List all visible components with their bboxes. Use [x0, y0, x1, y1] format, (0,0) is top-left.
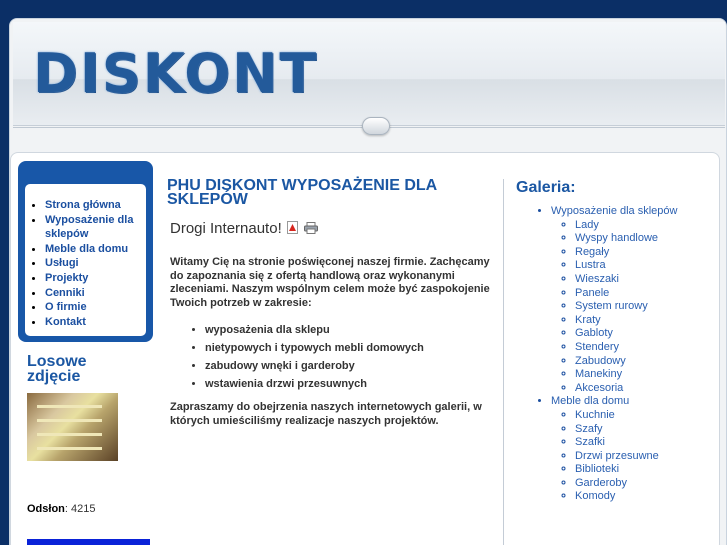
menu-item: Kontakt [45, 315, 146, 330]
menu-item: O firmie [45, 300, 146, 315]
gallery-link[interactable]: Drzwi przesuwne [575, 450, 659, 462]
intro-text: Witamy Cię na stronie poświęconej naszej… [170, 256, 490, 309]
gallery-item: Kraty [575, 314, 681, 328]
menu-item: Strona główna [45, 198, 146, 213]
gallery-link[interactable]: Regały [575, 246, 609, 258]
gallery-title: Galeria: [516, 179, 576, 196]
gallery-item: Manekiny [575, 368, 681, 382]
menu-link-projects[interactable]: Projekty [45, 272, 88, 284]
random-photo[interactable] [27, 393, 118, 461]
gallery-link[interactable]: Stendery [575, 341, 619, 353]
gallery-item: Gabloty [575, 327, 681, 341]
visit-counter: Odsłon: 4215 [27, 503, 95, 515]
gallery-link[interactable]: Gabloty [575, 327, 613, 339]
visit-counter-label: Odsłon [27, 503, 65, 515]
gallery-link[interactable]: System rurowy [575, 300, 648, 312]
list-item: wstawienia drzwi przesuwnych [205, 375, 424, 393]
menu-item: Cenniki [45, 286, 146, 301]
page-title: PHU DISKONT WYPOSAŻENIE DLA SKLEPÓW [167, 177, 437, 208]
menu-link-shop-equipment[interactable]: Wyposażenie dla sklepów [45, 214, 133, 241]
gallery-item: Wieszaki [575, 273, 681, 287]
site-logo[interactable]: DISKONT [33, 42, 318, 105]
divider-knob [362, 117, 390, 135]
gallery-item: Wyspy handlowe [575, 232, 681, 246]
gallery-item: Regały [575, 246, 681, 260]
gallery-link[interactable]: Panele [575, 287, 609, 299]
gallery-item: Stendery [575, 341, 681, 355]
header-banner: DISKONT [13, 22, 725, 126]
print-icon[interactable] [304, 222, 318, 234]
gallery-link[interactable]: Zabudowy [575, 355, 626, 367]
gallery-item: Zabudowy [575, 355, 681, 369]
gallery-item: Garderoby [575, 477, 681, 491]
photo-shelf [37, 447, 102, 450]
list-item: nietypowych i typowych mebli domowych [205, 339, 424, 357]
photo-shelf [37, 433, 102, 436]
main-menu-list: Strona główna Wyposażenie dla sklepów Me… [25, 184, 146, 336]
menu-link-services[interactable]: Usługi [45, 257, 79, 269]
menu-item: Meble dla domu [45, 242, 146, 257]
main-menu: Strona główna Wyposażenie dla sklepów Me… [18, 161, 153, 342]
gallery-item: Lustra [575, 259, 681, 273]
content-panel: Strona główna Wyposażenie dla sklepów Me… [10, 152, 720, 545]
column-divider [503, 179, 504, 545]
menu-link-home[interactable]: Strona główna [45, 199, 121, 211]
pdf-icon[interactable] [287, 221, 298, 234]
gallery-link[interactable]: Manekiny [575, 368, 622, 380]
gallery-link[interactable]: Komody [575, 490, 615, 502]
gallery-tree: Wyposażenie dla sklepów Lady Wyspy handl… [551, 205, 681, 504]
photo-shelf [37, 419, 102, 422]
menu-item: Usługi [45, 256, 146, 271]
gallery-item: Komody [575, 490, 681, 504]
gallery-link[interactable]: Garderoby [575, 477, 627, 489]
gallery-link[interactable]: Szafy [575, 423, 603, 435]
gallery-link[interactable]: Wieszaki [575, 273, 619, 285]
gallery-link[interactable]: Kuchnie [575, 409, 615, 421]
gallery-link[interactable]: Lustra [575, 259, 606, 271]
gallery-item: Drzwi przesuwne [575, 450, 681, 464]
gallery-link[interactable]: Akcesoria [575, 382, 623, 394]
gallery-link[interactable]: Wyspy handlowe [575, 232, 658, 244]
gallery-link-shop-equipment[interactable]: Wyposażenie dla sklepów [551, 205, 677, 217]
menu-link-contact[interactable]: Kontakt [45, 316, 86, 328]
gallery-item: Szafy [575, 423, 681, 437]
bottom-banner [27, 539, 150, 545]
gallery-link[interactable]: Kraty [575, 314, 601, 326]
gallery-item: Akcesoria [575, 382, 681, 396]
list-item: wyposażenia dla sklepu [205, 321, 424, 339]
outro-text: Zapraszamy do obejrzenia naszych interne… [170, 401, 482, 427]
gallery-group: Wyposażenie dla sklepów Lady Wyspy handl… [551, 205, 681, 395]
menu-item: Wyposażenie dla sklepów [45, 213, 146, 242]
menu-link-home-furniture[interactable]: Meble dla domu [45, 243, 128, 255]
gallery-item: Biblioteki [575, 463, 681, 477]
gallery-link[interactable]: Lady [575, 219, 599, 231]
article-subtitle: Drogi Internauto! [170, 220, 282, 237]
menu-item: Projekty [45, 271, 146, 286]
visit-counter-value: : 4215 [64, 503, 96, 515]
services-list: wyposażenia dla sklepu nietypowych i typ… [205, 321, 424, 393]
gallery-item: Kuchnie [575, 409, 681, 423]
gallery-item: Panele [575, 287, 681, 301]
gallery-link[interactable]: Szafki [575, 436, 605, 448]
menu-link-about[interactable]: O firmie [45, 301, 87, 313]
gallery-item: Szafki [575, 436, 681, 450]
list-item: zabudowy wnęki i garderoby [205, 357, 424, 375]
gallery-link[interactable]: Biblioteki [575, 463, 619, 475]
menu-link-prices[interactable]: Cenniki [45, 287, 85, 299]
gallery-item: Lady [575, 219, 681, 233]
gallery-link-home-furniture[interactable]: Meble dla domu [551, 395, 629, 407]
gallery-group: Meble dla domu Kuchnie Szafy Szafki Drzw… [551, 395, 681, 504]
gallery-item: System rurowy [575, 300, 681, 314]
random-photo-title: Losowe zdjęcie [27, 353, 87, 385]
photo-shelf [37, 405, 102, 408]
